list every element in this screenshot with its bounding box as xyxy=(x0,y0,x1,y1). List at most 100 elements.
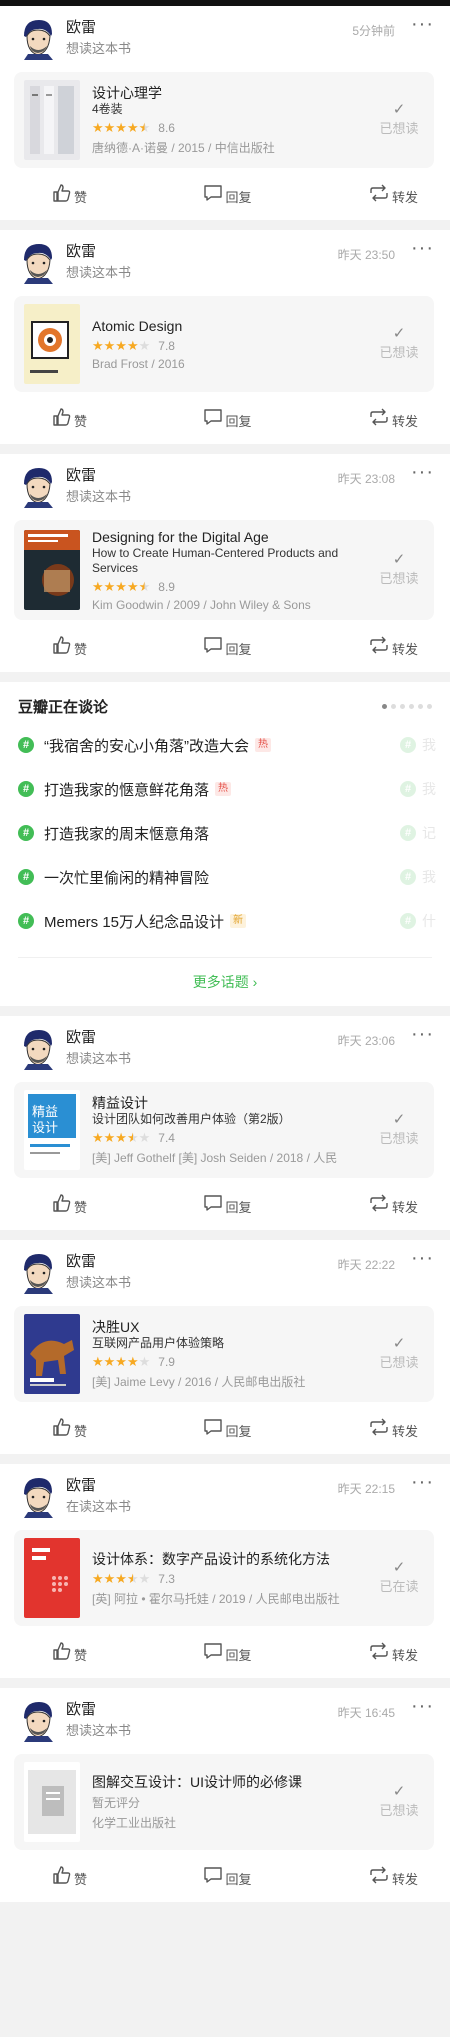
trending-topic[interactable]: # Memers 15万人纪念品设计新 # 什 xyxy=(18,899,436,943)
more-options-icon[interactable]: ··· xyxy=(411,236,434,260)
read-status-label: 已想读 xyxy=(379,1131,419,1146)
like-button[interactable]: 赞 xyxy=(52,1866,87,1890)
book-card[interactable]: 设计体系：数字产品设计的系统化方法 ★★★★★ 7.3 [英] 阿拉 • 霍尔马托… xyxy=(14,1530,434,1626)
username[interactable]: 欧雷 xyxy=(66,18,352,38)
book-meta: [英] 阿拉 • 霍尔马托娃 / 2019 / 人民邮电出版社 xyxy=(92,1591,340,1606)
post-header: 欧雷 想读这本书 5分钟前 ··· xyxy=(18,13,434,66)
read-status[interactable]: ✓ 已想读 xyxy=(374,1111,424,1149)
more-options-icon[interactable]: ··· xyxy=(411,1246,434,1270)
read-status[interactable]: ✓ 已想读 xyxy=(374,325,424,363)
book-subtitle: 设计团队如何改善用户体验（第2版） xyxy=(92,1112,291,1126)
like-button[interactable]: 赞 xyxy=(52,1194,87,1218)
trending-topic[interactable]: # 一次忙里偷闲的精神冒险 # 我 xyxy=(18,855,436,899)
avatar[interactable] xyxy=(18,464,58,508)
trending-topic[interactable]: # “我宿舍的安心小角落”改造大会热 # 我 xyxy=(18,723,436,767)
hashtag-icon: # xyxy=(18,913,34,929)
share-button[interactable]: 转发 xyxy=(368,408,418,432)
reply-button[interactable]: 回复 xyxy=(203,184,252,208)
book-meta: [美] Jeff Gothelf [美] Josh Seiden / 2018 … xyxy=(92,1151,338,1165)
comment-icon xyxy=(203,1194,223,1218)
username[interactable]: 欧雷 xyxy=(66,242,338,262)
book-card[interactable]: 设计心理学 4卷装 ★★★★★ 8.6 唐纳德·A·诺曼 / 2015 / 中信出… xyxy=(14,72,434,168)
share-button[interactable]: 转发 xyxy=(368,1866,418,1890)
next-page-preview: # 记 xyxy=(400,823,436,843)
share-label: 转发 xyxy=(391,1871,418,1887)
hashtag-icon: # xyxy=(18,737,34,753)
book-cover xyxy=(24,304,80,384)
reply-button[interactable]: 回复 xyxy=(203,408,252,432)
reply-button[interactable]: 回复 xyxy=(203,1866,252,1890)
avatar[interactable] xyxy=(18,1474,58,1518)
username[interactable]: 欧雷 xyxy=(66,1028,338,1048)
like-button[interactable]: 赞 xyxy=(52,184,87,208)
reply-button[interactable]: 回复 xyxy=(203,1194,252,1218)
read-status[interactable]: ✓ 已想读 xyxy=(374,1335,424,1373)
book-cover xyxy=(24,1762,80,1842)
rating-stars: ★★★★★ xyxy=(92,579,151,594)
thumbs-up-icon xyxy=(52,184,72,208)
more-options-icon[interactable]: ··· xyxy=(411,1022,434,1046)
like-button[interactable]: 赞 xyxy=(52,1418,87,1442)
share-button[interactable]: 转发 xyxy=(368,1194,418,1218)
avatar[interactable] xyxy=(18,240,58,284)
comment-icon xyxy=(203,636,223,660)
book-card[interactable]: 决胜UX 互联网产品用户体验策略 ★★★★★ 7.9 [美] Jaime Levy… xyxy=(14,1306,434,1402)
read-status[interactable]: ✓ 已在读 xyxy=(374,1559,424,1597)
username[interactable]: 欧雷 xyxy=(66,466,338,486)
read-status[interactable]: ✓ 已想读 xyxy=(374,101,424,139)
book-title: 图解交互设计：UI设计师的必修课 xyxy=(92,1774,302,1790)
read-status[interactable]: ✓ 已想读 xyxy=(374,551,424,589)
more-options-icon[interactable]: ··· xyxy=(411,12,434,36)
thumbs-up-icon xyxy=(52,408,72,432)
like-button[interactable]: 赞 xyxy=(52,1642,87,1666)
rating-row: ★★★★★ 7.4 xyxy=(92,1130,368,1146)
avatar[interactable] xyxy=(18,1026,58,1070)
hashtag-icon: # xyxy=(18,781,34,797)
trending-topic[interactable]: # 打造我家的惬意鲜花角落热 # 我 xyxy=(18,767,436,811)
more-topics-link[interactable]: 更多话题 › xyxy=(18,957,432,992)
reply-label: 回复 xyxy=(225,1647,252,1663)
more-options-icon[interactable]: ··· xyxy=(411,1694,434,1718)
share-button[interactable]: 转发 xyxy=(368,1642,418,1666)
trending-topic[interactable]: # 打造我家的周末惬意角落 # 记 xyxy=(18,811,436,855)
share-button[interactable]: 转发 xyxy=(368,636,418,660)
avatar[interactable] xyxy=(18,16,58,60)
repost-icon xyxy=(368,1866,390,1890)
post-header: 欧雷 想读这本书 昨天 22:22 ··· xyxy=(18,1247,434,1300)
avatar[interactable] xyxy=(18,1698,58,1742)
post-author-block: 欧雷 想读这本书 xyxy=(66,464,338,508)
share-label: 转发 xyxy=(391,641,418,657)
book-card[interactable]: Designing for the Digital Age How to Cre… xyxy=(14,520,434,620)
username[interactable]: 欧雷 xyxy=(66,1476,338,1496)
comment-icon xyxy=(203,1642,223,1666)
post-header: 欧雷 想读这本书 昨天 23:50 ··· xyxy=(18,237,434,290)
post-actions: 赞 回复 转发 xyxy=(18,1418,434,1442)
book-card[interactable]: 精益 设计 精益设计 设计团队如何改善用户体验（第2版） ★★★★★ 7.4 [美]… xyxy=(14,1082,434,1178)
username[interactable]: 欧雷 xyxy=(66,1252,338,1272)
like-button[interactable]: 赞 xyxy=(52,408,87,432)
share-button[interactable]: 转发 xyxy=(368,184,418,208)
post-action-text: 想读这本书 xyxy=(66,1275,132,1290)
more-options-icon[interactable]: ··· xyxy=(411,460,434,484)
no-rating-label: 暂无评分 xyxy=(92,1796,141,1810)
post-author-block: 欧雷 想读这本书 xyxy=(66,1026,338,1070)
svg-text:设计: 设计 xyxy=(32,1121,58,1136)
rating-row: ★★★★★ 7.3 xyxy=(92,1571,368,1587)
book-card[interactable]: 图解交互设计：UI设计师的必修课 暂无评分 化学工业出版社 ✓ 已想读 xyxy=(14,1754,434,1850)
read-status[interactable]: ✓ 已想读 xyxy=(374,1783,424,1821)
comment-icon xyxy=(203,184,223,208)
like-button[interactable]: 赞 xyxy=(52,636,87,660)
post-author-block: 欧雷 想读这本书 xyxy=(66,240,338,284)
thumbs-up-icon xyxy=(52,636,72,660)
reply-button[interactable]: 回复 xyxy=(203,636,252,660)
avatar[interactable] xyxy=(18,1250,58,1294)
book-meta: Brad Frost / 2016 xyxy=(92,357,185,371)
share-button[interactable]: 转发 xyxy=(368,1418,418,1442)
read-status-label: 已想读 xyxy=(379,1355,419,1370)
more-options-icon[interactable]: ··· xyxy=(411,1470,434,1494)
book-card[interactable]: Atomic Design ★★★★★ 7.8 Brad Frost / 2016… xyxy=(14,296,434,392)
username[interactable]: 欧雷 xyxy=(66,1700,338,1720)
reply-button[interactable]: 回复 xyxy=(203,1418,252,1442)
post-timestamp: 昨天 23:06 xyxy=(337,1034,396,1048)
reply-button[interactable]: 回复 xyxy=(203,1642,252,1666)
